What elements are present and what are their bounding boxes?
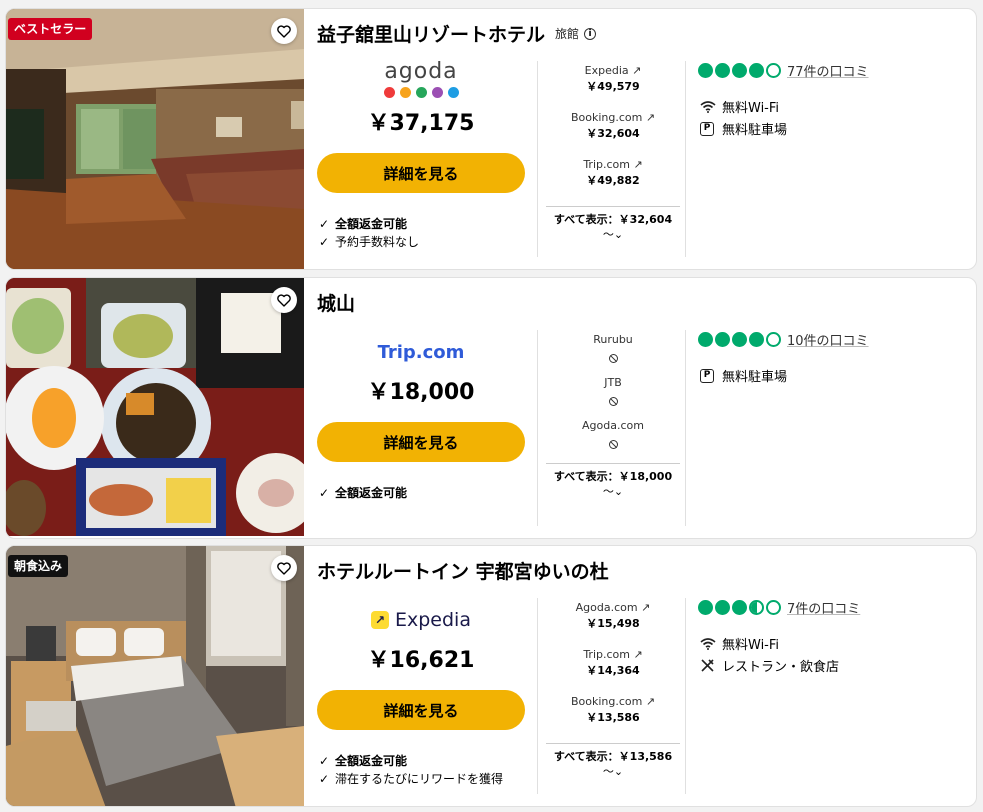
review-count[interactable]: 10件の口コミ: [787, 330, 869, 349]
external-link-icon: ↗: [641, 601, 651, 614]
hotel-card[interactable]: 朝食込み ホテルルートイン 宇都宮ゆいの杜 ↗ Expedia ￥16,621 …: [5, 545, 977, 807]
view-details-button[interactable]: 詳細を見る: [317, 153, 525, 193]
amenity-item: レストラン・飲食店: [700, 656, 839, 675]
external-link-icon: ↗: [645, 695, 656, 708]
features-list: ✓ 全額返金可能 ✓ 予約手数料なし: [319, 215, 419, 251]
expedia-logo-icon: ↗: [371, 611, 389, 629]
check-icon: ✓: [319, 486, 330, 500]
wifi-icon: [700, 100, 722, 113]
info-icon[interactable]: i: [584, 27, 597, 40]
show-all-prices[interactable]: すべて表示：￥13,586 〜⌄: [546, 743, 680, 779]
unavailable-icon: [608, 354, 618, 363]
feature-item: ✓ 全額返金可能: [319, 217, 408, 231]
main-offer: Trip.com ￥18,000: [317, 334, 525, 406]
save-heart-button[interactable]: [271, 287, 297, 313]
review-count[interactable]: 7件の口コミ: [787, 598, 860, 617]
provider-offer[interactable]: Booking.com ↗ ￥32,604: [546, 110, 680, 157]
provider-offer[interactable]: Expedia ↗ ￥49,579: [546, 63, 680, 110]
divider: [537, 61, 538, 257]
external-link-icon: ↗: [633, 648, 643, 661]
provider-offer[interactable]: Booking.com ↗ ￥13,586: [546, 694, 680, 741]
expedia-logo: ↗ Expedia: [317, 602, 525, 638]
check-icon: ✓: [319, 772, 330, 786]
main-offer: agoda ￥37,175: [317, 57, 525, 137]
check-icon: ✓: [319, 217, 330, 231]
features-list: ✓ 全額返金可能: [319, 484, 407, 502]
amenity-item: 無料Wi-Fi: [700, 97, 779, 116]
chevron-down-icon: 〜⌄: [602, 765, 624, 778]
check-icon: ✓: [319, 235, 330, 249]
hotel-name[interactable]: 城山: [317, 289, 355, 316]
amenity-item: 無料Wi-Fi: [700, 634, 779, 653]
amenity-item: P 無料駐車場: [700, 119, 787, 138]
hotel-photo[interactable]: [6, 278, 304, 538]
show-all-prices[interactable]: すべて表示：￥18,000 〜⌄: [546, 463, 680, 499]
heart-icon: [277, 561, 291, 575]
main-price: ￥37,175: [367, 111, 475, 136]
feature-item: ✓ 滞在するたびにリワードを獲得: [319, 772, 504, 786]
property-type-label: 旅館: [555, 27, 580, 41]
divider: [537, 330, 538, 526]
title-row: 城山: [317, 289, 355, 316]
hotel-photo[interactable]: ベストセラー: [6, 9, 304, 269]
view-details-button[interactable]: 詳細を見る: [317, 690, 525, 730]
divider: [685, 330, 686, 526]
breakfast-included-badge: 朝食込み: [8, 555, 69, 577]
external-link-icon: ↗: [632, 64, 642, 77]
main-price: ￥18,000: [367, 380, 475, 405]
rating-bubbles[interactable]: 7件の口コミ: [698, 598, 860, 617]
view-details-button[interactable]: 詳細を見る: [317, 422, 525, 462]
bestseller-badge: ベストセラー: [8, 18, 93, 40]
features-list: ✓ 全額返金可能 ✓ 滞在するたびにリワードを獲得: [319, 752, 503, 788]
hotel-name[interactable]: 益子舘里山リゾートホテル: [317, 20, 545, 47]
check-icon: ✓: [319, 754, 330, 768]
amenity-item: P 無料駐車場: [700, 366, 787, 385]
provider-offer[interactable]: Trip.com ↗ ￥49,882: [546, 157, 680, 204]
provider-offer[interactable]: Rurubu: [546, 332, 680, 375]
title-row: ホテルルートイン 宇都宮ゆいの杜: [317, 557, 609, 584]
feature-item: ✓ 全額返金可能: [319, 754, 408, 768]
divider: [685, 61, 686, 257]
external-link-icon: ↗: [645, 111, 656, 124]
restaurant-icon: [700, 658, 722, 673]
show-all-prices[interactable]: すべて表示：￥32,604 〜⌄: [546, 206, 680, 242]
unavailable-icon: [608, 397, 618, 406]
divider: [685, 598, 686, 794]
external-link-icon: ↗: [633, 158, 643, 171]
heart-icon: [277, 293, 291, 307]
other-offers: Expedia ↗ ￥49,579 Booking.com ↗ ￥32,604 Tr…: [546, 63, 680, 204]
review-count[interactable]: 77件の口コミ: [787, 61, 869, 80]
hotel-card[interactable]: ベストセラー 益子舘里山リゾートホテル 旅館 i agoda ￥37,175 詳…: [5, 8, 977, 270]
unavailable-icon: [608, 440, 618, 449]
save-heart-button[interactable]: [271, 18, 297, 44]
provider-offer[interactable]: Trip.com ↗ ￥14,364: [546, 647, 680, 694]
parking-icon: P: [700, 368, 714, 383]
chevron-down-icon: 〜⌄: [602, 228, 624, 241]
rating-bubbles[interactable]: 77件の口コミ: [698, 61, 869, 80]
main-offer: ↗ Expedia ￥16,621: [317, 602, 525, 674]
wifi-icon: [700, 637, 722, 650]
tripcom-logo: Trip.com: [377, 341, 465, 363]
hotel-card[interactable]: 城山 Trip.com ￥18,000 詳細を見る ✓ 全額返金可能 Rurubu…: [5, 277, 977, 539]
save-heart-button[interactable]: [271, 555, 297, 581]
agoda-logo: agoda: [317, 57, 525, 101]
hotel-name[interactable]: ホテルルートイン 宇都宮ゆいの杜: [317, 557, 609, 584]
rating-bubbles[interactable]: 10件の口コミ: [698, 330, 869, 349]
parking-icon: P: [700, 121, 714, 136]
feature-item: ✓ 予約手数料なし: [319, 235, 420, 249]
provider-offer[interactable]: Agoda.com ↗ ￥15,498: [546, 600, 680, 647]
title-row: 益子舘里山リゾートホテル 旅館 i: [317, 20, 597, 47]
provider-offer[interactable]: JTB: [546, 375, 680, 418]
other-offers: Agoda.com ↗ ￥15,498 Trip.com ↗ ￥14,364 Boo…: [546, 600, 680, 741]
hotel-list: ベストセラー 益子舘里山リゾートホテル 旅館 i agoda ￥37,175 詳…: [0, 0, 983, 812]
divider: [537, 598, 538, 794]
heart-icon: [277, 24, 291, 38]
feature-item: ✓ 全額返金可能: [319, 486, 408, 500]
hotel-photo[interactable]: 朝食込み: [6, 546, 304, 806]
provider-offer[interactable]: Agoda.com: [546, 418, 680, 461]
other-offers: Rurubu JTB Agoda.com: [546, 332, 680, 461]
chevron-down-icon: 〜⌄: [602, 485, 624, 498]
main-price: ￥16,621: [367, 648, 475, 673]
